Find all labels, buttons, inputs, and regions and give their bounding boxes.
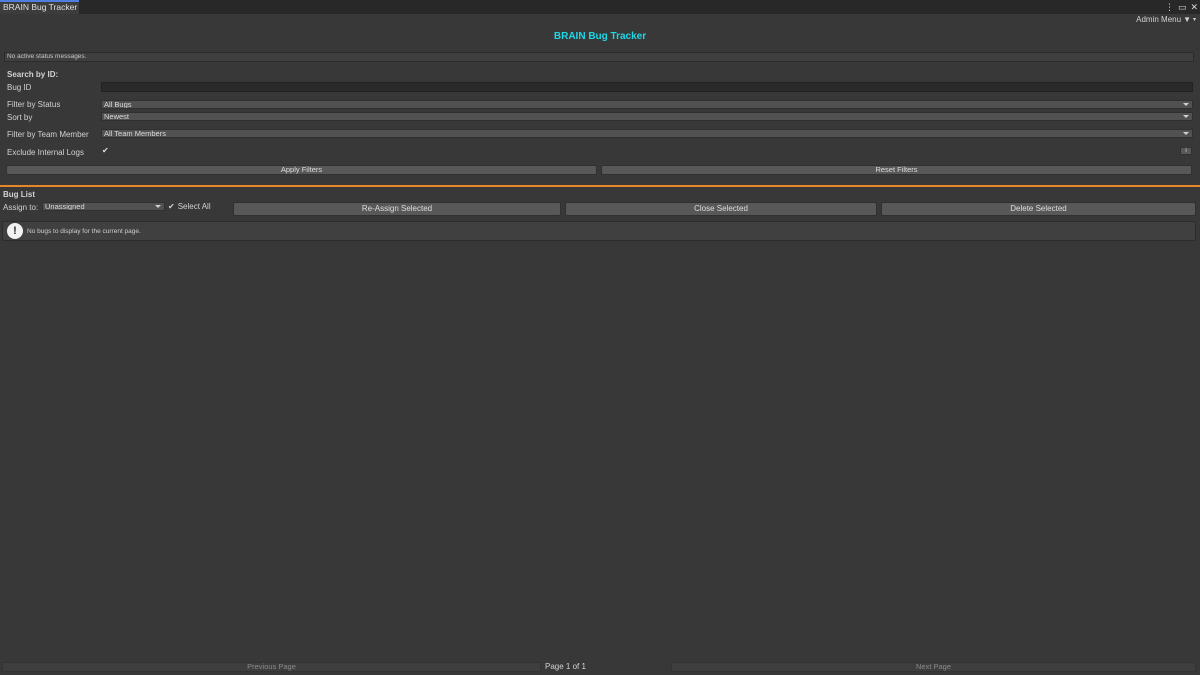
empty-list-message-box: ! No bugs to display for the current pag… — [2, 221, 1196, 241]
sort-label: Sort by — [7, 113, 33, 122]
dropdown-arrow-icon — [1183, 103, 1189, 106]
reassign-selected-button[interactable]: Re-Assign Selected — [233, 202, 561, 216]
status-message-box: No active status messages. — [4, 52, 1194, 62]
bug-list-heading: Bug List — [3, 190, 35, 199]
maximize-icon[interactable]: ▭ — [1178, 1, 1187, 13]
bug-id-input[interactable] — [101, 82, 1193, 92]
exclamation-icon: ! — [7, 223, 23, 239]
reset-filters-button[interactable]: Reset Filters — [601, 165, 1192, 175]
dropdown-arrow-icon — [1183, 132, 1189, 135]
info-button[interactable]: i — [1180, 147, 1192, 155]
member-filter-dropdown[interactable]: All Team Members — [101, 129, 1193, 138]
checkmark-icon: ✔ — [168, 202, 175, 211]
close-selected-button[interactable]: Close Selected — [565, 202, 877, 216]
caret-down-icon: ▼ — [1183, 15, 1191, 24]
page-title: BRAIN Bug Tracker — [553, 31, 647, 42]
window-tab[interactable]: BRAIN Bug Tracker — [0, 0, 79, 14]
member-filter-value: All Team Members — [104, 129, 166, 138]
select-all-checkbox[interactable]: ✔ Select All — [168, 202, 211, 212]
bug-id-label: Bug ID — [7, 83, 32, 92]
admin-menu-label: Admin Menu — [1136, 15, 1182, 24]
admin-menu[interactable]: Admin Menu ▼ ▾ — [1136, 15, 1196, 25]
delete-selected-button[interactable]: Delete Selected — [881, 202, 1196, 216]
select-all-label: Select All — [177, 202, 211, 211]
tab-bar — [0, 0, 1200, 14]
more-vert-icon[interactable]: ⋮ — [1165, 1, 1174, 13]
member-filter-label: Filter by Team Member — [7, 130, 89, 139]
next-page-button[interactable]: Next Page — [671, 662, 1196, 672]
dropdown-arrow-icon — [155, 205, 161, 208]
previous-page-button[interactable]: Previous Page — [2, 662, 541, 672]
empty-list-message: No bugs to display for the current page. — [27, 227, 141, 235]
exclude-logs-checkbox[interactable]: ✔ — [102, 146, 109, 156]
exclude-logs-label: Exclude Internal Logs — [7, 148, 84, 157]
status-filter-value: All Bugs — [104, 100, 132, 109]
page-info: Page 1 of 1 — [545, 662, 586, 671]
search-heading: Search by ID: — [7, 70, 59, 79]
checkmark-icon: ✔ — [102, 146, 109, 155]
dropdown-arrow-icon — [1183, 115, 1189, 118]
assign-to-value: Unassigned — [45, 202, 85, 211]
chevron-down-icon: ▾ — [1192, 17, 1196, 23]
status-filter-label: Filter by Status — [7, 100, 61, 109]
sort-value: Newest — [104, 112, 130, 121]
apply-filters-button[interactable]: Apply Filters — [6, 165, 597, 175]
assign-to-dropdown[interactable]: Unassigned — [42, 202, 165, 211]
assign-to-label: Assign to: — [3, 203, 39, 212]
close-icon[interactable]: ✕ — [1190, 1, 1198, 13]
section-separator — [0, 185, 1200, 187]
window-controls: ⋮ ▭ ✕ — [1165, 1, 1198, 13]
sort-dropdown[interactable]: Newest — [101, 112, 1193, 121]
status-filter-dropdown[interactable]: All Bugs — [101, 100, 1193, 109]
